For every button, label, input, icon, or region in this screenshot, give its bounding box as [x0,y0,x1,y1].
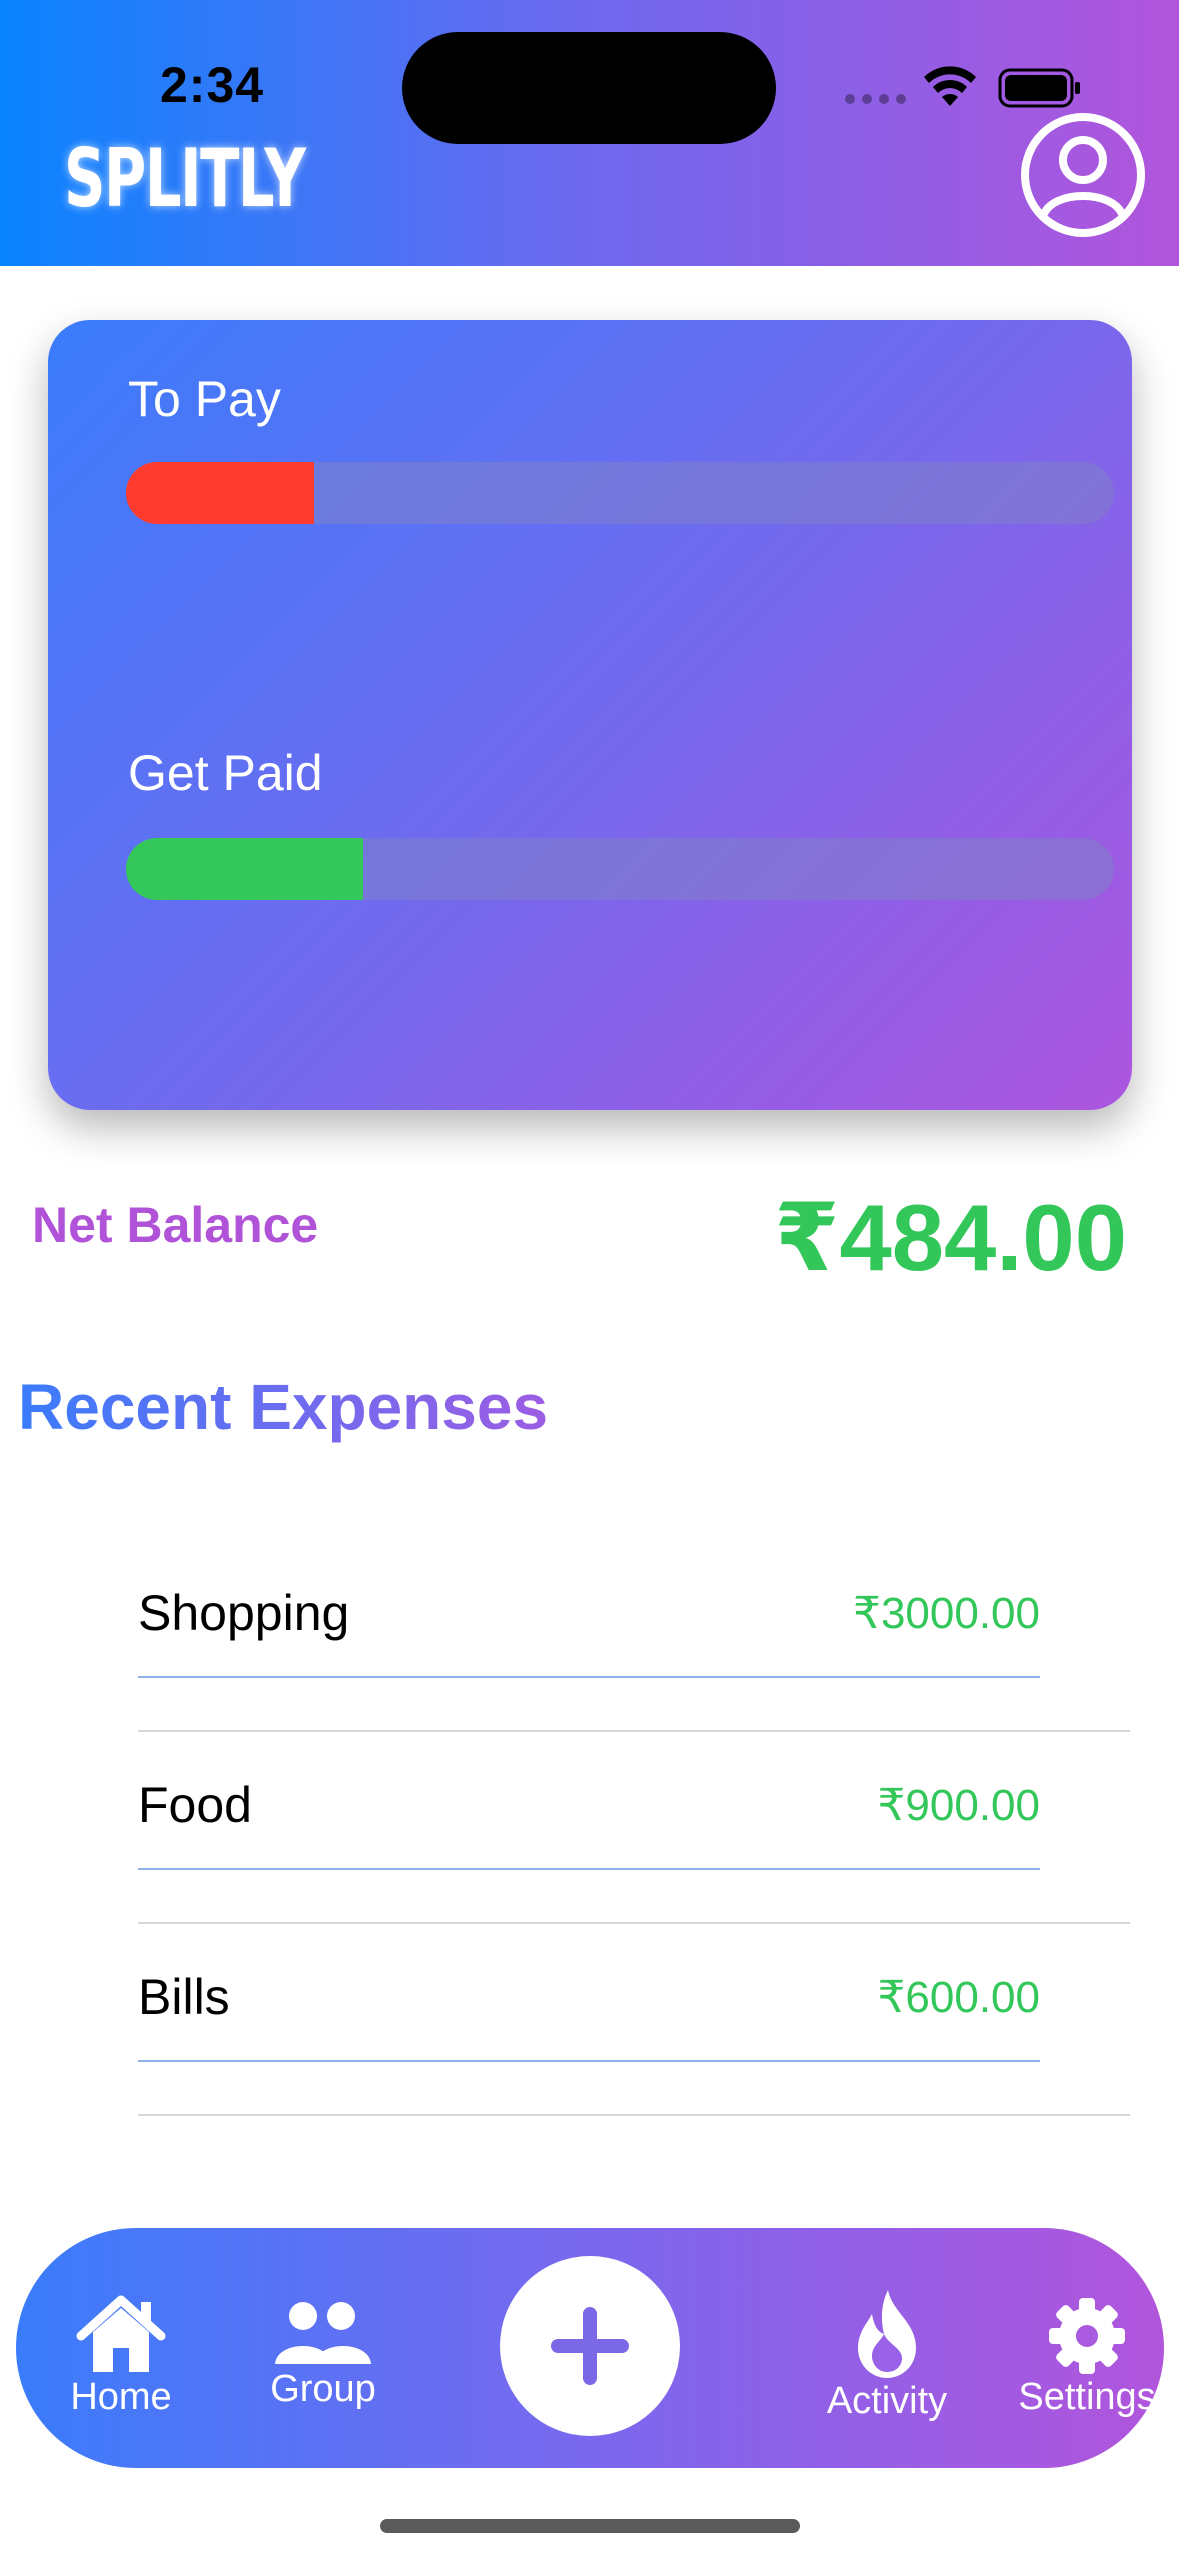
tab-activity-label: Activity [826,2380,948,2422]
net-balance-label: Net Balance [32,1197,319,1253]
home-indicator [380,2519,800,2533]
wifi-icon [924,66,976,106]
flame-icon [858,2290,916,2378]
status-time: 2:34 [160,57,265,113]
plus-icon [551,2307,629,2385]
expense-row-bills[interactable]: Bills ₹600.00 [138,1924,1130,2116]
get-paid-progress-bar [126,838,1114,900]
expense-row-food[interactable]: Food ₹900.00 [138,1732,1130,1924]
app-logo: SPLITLY [64,132,306,225]
to-pay-label: To Pay [128,371,281,427]
expense-amount: ₹900.00 [877,1781,1040,1830]
tab-home-label: Home [70,2376,172,2418]
expense-row-shopping[interactable]: Shopping ₹3000.00 [138,1540,1130,1732]
cellular-signal-icon [845,94,906,104]
to-pay-progress-fill [126,462,314,524]
expense-name: Bills [138,1969,230,2025]
to-pay-progress-bar [126,462,1114,524]
summary-card: To Pay Get Paid [48,320,1132,1110]
profile-icon[interactable] [1020,112,1146,238]
battery-icon [998,68,1080,108]
tab-settings[interactable]: Settings [1002,2296,1172,2419]
add-expense-button[interactable] [500,2256,680,2436]
tab-settings-label: Settings [1018,2376,1156,2418]
tab-group[interactable]: Group [248,2298,398,2411]
app-header: 2:34 SPLITLY [0,0,1179,266]
expense-name: Shopping [138,1585,350,1641]
tab-group-label: Group [270,2368,376,2410]
home-icon [76,2295,166,2372]
group-icon [275,2302,371,2364]
tab-bar: Home Group Activity Settings [16,2228,1164,2468]
net-balance-value: ₹484.00 [774,1185,1127,1290]
tab-home[interactable]: Home [46,2292,196,2419]
expense-amount: ₹600.00 [877,1973,1040,2022]
get-paid-label: Get Paid [128,745,323,801]
expense-list: Shopping ₹3000.00 Food ₹900.00 Bills ₹60… [138,1540,1130,2116]
dynamic-island [402,32,776,144]
recent-expenses-title: Recent Expenses [18,1371,549,1443]
tab-activity[interactable]: Activity [792,2288,982,2423]
expense-amount: ₹3000.00 [852,1589,1040,1638]
gear-icon [1049,2298,1125,2374]
get-paid-progress-fill [126,838,364,900]
expense-name: Food [138,1777,252,1833]
